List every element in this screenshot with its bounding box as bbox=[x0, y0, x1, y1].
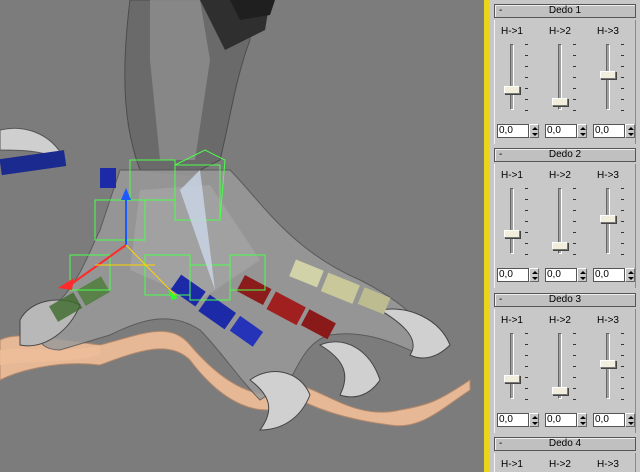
slider-track[interactable] bbox=[510, 44, 514, 110]
slider-label-2: H->2 bbox=[549, 170, 571, 181]
value-spinner: 0,0 bbox=[593, 413, 635, 427]
collapse-icon[interactable]: - bbox=[499, 438, 502, 450]
rollout-dedo-4: - Dedo 4 H->1 H->2 H->3 bbox=[494, 437, 636, 472]
slider-ticks bbox=[525, 44, 531, 114]
slider-track[interactable] bbox=[510, 333, 514, 399]
slider-label-1: H->1 bbox=[501, 26, 523, 37]
rollout-title: Dedo 3 bbox=[548, 294, 582, 305]
spinner-arrows-icon[interactable] bbox=[625, 124, 635, 138]
slider-ticks bbox=[573, 44, 579, 114]
rollout-dedo-3: - Dedo 3 H->1 0,0 H->2 0,0 H->3 0,0 bbox=[494, 293, 636, 433]
spinner-arrows-icon[interactable] bbox=[577, 124, 587, 138]
value-spinner: 0,0 bbox=[593, 268, 635, 282]
viewport-scene bbox=[0, 0, 471, 431]
slider-label-3: H->3 bbox=[597, 170, 619, 181]
value-spinner: 0,0 bbox=[545, 413, 587, 427]
slider-thumb[interactable] bbox=[600, 360, 616, 368]
collapse-icon[interactable]: - bbox=[499, 149, 502, 161]
rollout-body: H->1 0,0 H->2 0,0 H->3 0,0 bbox=[494, 309, 636, 433]
rollout-title: Dedo 2 bbox=[548, 149, 582, 160]
slider-thumb[interactable] bbox=[600, 71, 616, 79]
slider-ticks bbox=[525, 188, 531, 258]
rollout-header[interactable]: - Dedo 4 bbox=[494, 437, 636, 451]
slider-label-2: H->2 bbox=[549, 315, 571, 326]
slider-track[interactable] bbox=[510, 188, 514, 254]
spinner-input[interactable]: 0,0 bbox=[593, 268, 625, 282]
spinner-input[interactable]: 0,0 bbox=[593, 124, 625, 138]
rollout-body: H->1 H->2 H->3 bbox=[494, 453, 636, 472]
collapse-icon[interactable]: - bbox=[499, 5, 502, 17]
slider-label-1: H->1 bbox=[501, 170, 523, 181]
slider-ticks bbox=[573, 188, 579, 258]
slider-thumb[interactable] bbox=[552, 98, 568, 106]
command-panel: - Dedo 1 H->1 0,0 H->2 0,0 H->3 0,0 - Dedo 2 H->1 0… bbox=[490, 0, 640, 472]
3d-viewport[interactable] bbox=[0, 0, 484, 472]
slider-ticks bbox=[573, 333, 579, 403]
value-spinner: 0,0 bbox=[545, 124, 587, 138]
rollout-body: H->1 0,0 H->2 0,0 H->3 0,0 bbox=[494, 20, 636, 144]
value-spinner: 0,0 bbox=[497, 268, 539, 282]
slider-thumb[interactable] bbox=[600, 215, 616, 223]
slider-label-2: H->2 bbox=[549, 26, 571, 37]
slider-thumb[interactable] bbox=[552, 387, 568, 395]
value-spinner: 0,0 bbox=[497, 124, 539, 138]
slider-label-3: H->3 bbox=[597, 315, 619, 326]
slider-label-1: H->1 bbox=[501, 315, 523, 326]
rollout-title: Dedo 1 bbox=[548, 5, 582, 16]
spinner-arrows-icon[interactable] bbox=[577, 268, 587, 282]
rollout-dedo-1: - Dedo 1 H->1 0,0 H->2 0,0 H->3 0,0 bbox=[494, 4, 636, 144]
spinner-input[interactable]: 0,0 bbox=[545, 268, 577, 282]
rollout-body: H->1 0,0 H->2 0,0 H->3 0,0 bbox=[494, 164, 636, 288]
slider-ticks bbox=[621, 44, 627, 114]
bone-blue-top bbox=[100, 168, 116, 188]
rollout-header[interactable]: - Dedo 2 bbox=[494, 148, 636, 162]
slider-thumb[interactable] bbox=[504, 230, 520, 238]
value-spinner: 0,0 bbox=[593, 124, 635, 138]
spinner-input[interactable]: 0,0 bbox=[497, 413, 529, 427]
slider-label-3: H->3 bbox=[597, 459, 619, 470]
slider-label-1: H->1 bbox=[501, 459, 523, 470]
value-spinner: 0,0 bbox=[545, 268, 587, 282]
rollout-dedo-2: - Dedo 2 H->1 0,0 H->2 0,0 H->3 0,0 bbox=[494, 148, 636, 288]
spinner-arrows-icon[interactable] bbox=[577, 413, 587, 427]
spinner-arrows-icon[interactable] bbox=[529, 413, 539, 427]
value-spinner: 0,0 bbox=[497, 413, 539, 427]
spinner-input[interactable]: 0,0 bbox=[593, 413, 625, 427]
bone-left bbox=[0, 150, 67, 176]
slider-label-2: H->2 bbox=[549, 459, 571, 470]
spinner-arrows-icon[interactable] bbox=[529, 268, 539, 282]
slider-ticks bbox=[621, 188, 627, 258]
spinner-arrows-icon[interactable] bbox=[625, 413, 635, 427]
slider-thumb[interactable] bbox=[504, 375, 520, 383]
spinner-input[interactable]: 0,0 bbox=[545, 124, 577, 138]
rollout-title: Dedo 4 bbox=[548, 438, 582, 449]
slider-ticks bbox=[621, 333, 627, 403]
spinner-input[interactable]: 0,0 bbox=[545, 413, 577, 427]
rollout-header[interactable]: - Dedo 1 bbox=[494, 4, 636, 18]
slider-ticks bbox=[525, 333, 531, 403]
spinner-input[interactable]: 0,0 bbox=[497, 268, 529, 282]
spinner-arrows-icon[interactable] bbox=[529, 124, 539, 138]
slider-thumb[interactable] bbox=[504, 86, 520, 94]
slider-label-3: H->3 bbox=[597, 26, 619, 37]
collapse-icon[interactable]: - bbox=[499, 294, 502, 306]
slider-thumb[interactable] bbox=[552, 242, 568, 250]
spinner-input[interactable]: 0,0 bbox=[497, 124, 529, 138]
spinner-arrows-icon[interactable] bbox=[625, 268, 635, 282]
claw-3 bbox=[318, 341, 381, 398]
rollout-header[interactable]: - Dedo 3 bbox=[494, 293, 636, 307]
